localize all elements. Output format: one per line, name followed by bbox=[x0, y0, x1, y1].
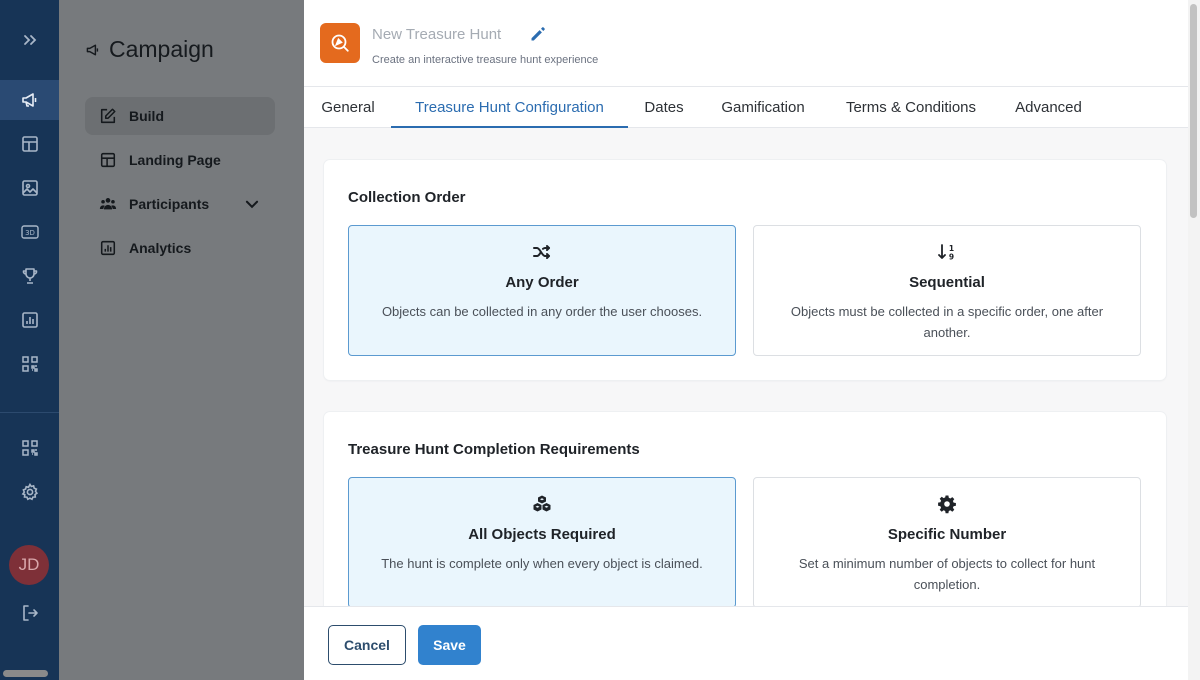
3d-icon[interactable]: 3D bbox=[0, 212, 59, 252]
icon-rail: 3D JD bbox=[0, 0, 59, 680]
sidebar-item-label: Participants bbox=[129, 196, 210, 212]
sidebar-item-analytics[interactable]: Analytics bbox=[85, 229, 275, 267]
image-icon[interactable] bbox=[0, 168, 59, 208]
cubes-icon bbox=[349, 494, 735, 514]
qr-code-icon[interactable] bbox=[0, 428, 59, 468]
tab-dates[interactable]: Dates bbox=[642, 87, 686, 128]
option-all-objects-required[interactable]: All Objects Required The hunt is complet… bbox=[348, 477, 736, 606]
campaign-sidebar: Campaign Build Landing Page Participants… bbox=[59, 0, 304, 680]
chart-icon bbox=[100, 240, 116, 256]
horizontal-scrollbar[interactable] bbox=[0, 666, 304, 680]
tab-treasure-hunt-configuration[interactable]: Treasure Hunt Configuration bbox=[391, 87, 628, 128]
tab-bar: General Treasure Hunt Configuration Date… bbox=[304, 87, 1188, 128]
campaign-name: New Treasure Hunt bbox=[372, 26, 502, 43]
option-any-order[interactable]: Any Order Objects can be collected in an… bbox=[348, 225, 736, 356]
svg-text:9: 9 bbox=[949, 253, 954, 262]
section-title: Collection Order bbox=[348, 189, 466, 206]
sidebar-item-label: Analytics bbox=[129, 240, 192, 256]
sidebar-item-label: Landing Page bbox=[129, 152, 221, 168]
vertical-scrollbar[interactable] bbox=[1188, 0, 1200, 680]
sidebar-title-text: Campaign bbox=[109, 36, 214, 62]
panel-header: New Treasure Hunt Create an interactive … bbox=[304, 0, 1200, 87]
chevron-down-icon[interactable] bbox=[243, 195, 261, 213]
cog-icon bbox=[754, 494, 1140, 514]
sidebar-item-build[interactable]: Build bbox=[85, 97, 275, 135]
section-title: Treasure Hunt Completion Requirements bbox=[348, 441, 640, 458]
option-description: Set a minimum number of objects to colle… bbox=[798, 556, 1096, 592]
sidebar-item-participants[interactable]: Participants bbox=[85, 185, 275, 223]
tab-gamification[interactable]: Gamification bbox=[716, 87, 810, 128]
option-description: The hunt is complete only when every obj… bbox=[381, 556, 703, 571]
qr-icon[interactable] bbox=[0, 344, 59, 384]
tab-general[interactable]: General bbox=[320, 87, 376, 128]
option-title: All Objects Required bbox=[468, 526, 616, 543]
completion-requirements-card: Treasure Hunt Completion Requirements Al… bbox=[324, 412, 1166, 606]
option-specific-number[interactable]: Specific Number Set a minimum number of … bbox=[753, 477, 1141, 606]
scrollbar-thumb[interactable] bbox=[1190, 4, 1197, 218]
sort-numeric-icon: 19 bbox=[754, 242, 1140, 262]
tab-terms-and-conditions[interactable]: Terms & Conditions bbox=[840, 87, 982, 128]
expand-icon[interactable] bbox=[0, 20, 59, 60]
scrollbar-thumb[interactable] bbox=[3, 670, 48, 677]
option-sequential[interactable]: 19 Sequential Objects must be collected … bbox=[753, 225, 1141, 356]
layout-icon[interactable] bbox=[0, 124, 59, 164]
trophy-icon[interactable] bbox=[0, 256, 59, 296]
panel-footer: Cancel Save bbox=[304, 606, 1188, 680]
option-title: Any Order bbox=[505, 274, 579, 291]
users-icon bbox=[99, 198, 117, 210]
chart-icon[interactable] bbox=[0, 300, 59, 340]
sidebar-item-label: Build bbox=[129, 108, 164, 124]
cancel-button[interactable]: Cancel bbox=[328, 625, 406, 665]
rail-divider bbox=[0, 412, 59, 413]
tab-advanced[interactable]: Advanced bbox=[1011, 87, 1086, 128]
option-title: Sequential bbox=[909, 274, 985, 291]
treasure-hunt-panel: New Treasure Hunt Create an interactive … bbox=[304, 0, 1200, 680]
campaign-subtitle: Create an interactive treasure hunt expe… bbox=[372, 54, 599, 66]
option-description: Objects must be collected in a specific … bbox=[790, 304, 1104, 340]
option-title: Specific Number bbox=[887, 526, 1007, 543]
rail-3d-label: 3D bbox=[25, 229, 35, 237]
save-button[interactable]: Save bbox=[418, 625, 481, 665]
edit-square-icon bbox=[100, 108, 116, 124]
treasure-hunt-icon bbox=[320, 23, 360, 63]
content-area: Collection Order Any Order Objects can b… bbox=[304, 128, 1188, 606]
collection-order-card: Collection Order Any Order Objects can b… bbox=[324, 160, 1166, 380]
sidebar-item-landing-page[interactable]: Landing Page bbox=[85, 141, 275, 179]
settings-icon[interactable] bbox=[0, 472, 59, 512]
pencil-icon[interactable] bbox=[529, 25, 547, 43]
layout-icon bbox=[100, 152, 116, 168]
option-description: Objects can be collected in any order th… bbox=[381, 304, 703, 319]
sidebar-title: Campaign bbox=[85, 36, 214, 63]
logout-icon[interactable] bbox=[0, 593, 59, 633]
shuffle-icon bbox=[349, 242, 735, 262]
megaphone-icon bbox=[86, 43, 99, 56]
megaphone-icon[interactable] bbox=[0, 80, 59, 120]
user-avatar[interactable]: JD bbox=[9, 545, 49, 585]
